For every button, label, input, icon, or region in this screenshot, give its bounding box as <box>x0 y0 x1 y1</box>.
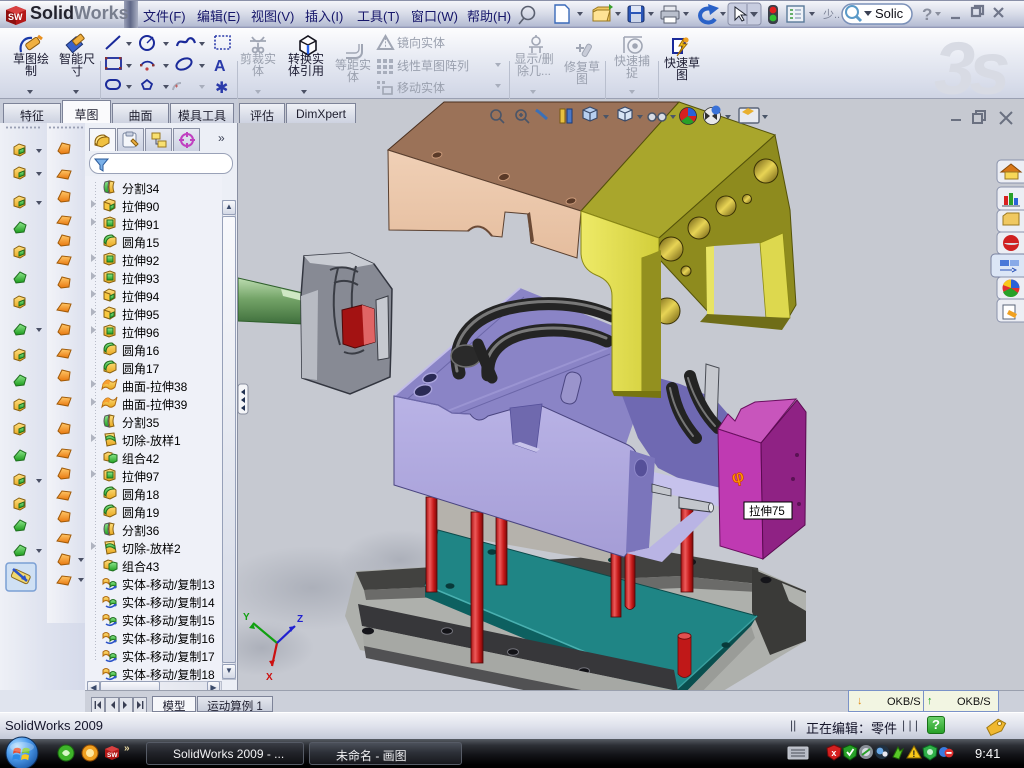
svg-text:少..: 少.. <box>823 8 840 21</box>
svg-text:SW: SW <box>8 12 23 22</box>
svg-text:Solic: Solic <box>875 6 904 21</box>
svg-text:X: X <box>266 672 273 683</box>
svg-text:拉伸75: 拉伸75 <box>749 504 785 518</box>
svg-text:Y: Y <box>243 612 250 623</box>
svg-text:x: x <box>831 748 836 758</box>
svg-text:!: ! <box>912 749 915 759</box>
svg-text:»: » <box>124 743 130 754</box>
svg-text:✱: ✱ <box>215 80 228 97</box>
svg-text:?: ? <box>922 5 932 24</box>
svg-text:A: A <box>214 58 226 75</box>
svg-text:SW: SW <box>107 752 118 759</box>
svg-text:Z: Z <box>297 614 303 625</box>
